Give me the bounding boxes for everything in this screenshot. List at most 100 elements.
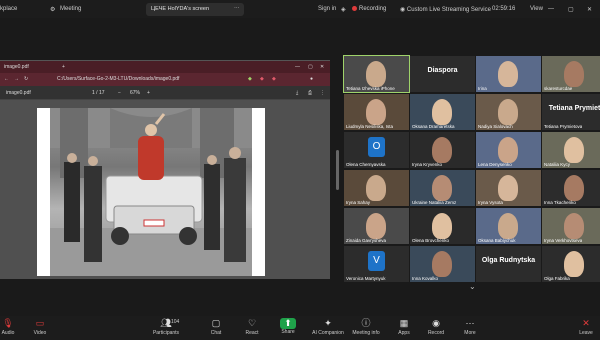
download-icon[interactable]: ⤓ [296,90,298,96]
shield-icon[interactable]: ◈ [341,6,346,13]
participant-video [432,175,452,201]
streaming-indicator[interactable]: ◉ Custom Live Streaming Service [400,6,491,13]
control-label: Video [33,330,47,336]
participant-tile[interactable]: Nataliia Kycy [542,132,600,168]
participant-tile[interactable]: Oksana Dramaretska [410,94,475,130]
address-field[interactable]: C:/Users/Surface-Go-2-M3-LTU/Downloads/i… [57,76,179,82]
extension-icon[interactable]: ◆ [260,76,264,82]
participant-tile[interactable]: Lena Denysenko [476,132,541,168]
reload-icon[interactable]: ↻ [24,76,28,82]
participant-tile[interactable]: Liudmyla Nesiliska, Ista [344,94,409,130]
zoom-level[interactable]: 67% [130,90,140,96]
window-close-icon[interactable]: ✕ [587,6,592,13]
participant-video [432,251,452,277]
video-button[interactable]: ▭ Video [20,316,60,340]
meeting-label: Meeting [60,6,82,12]
control-label: Chat [210,330,222,336]
participant-tile[interactable]: Ukraine Nataliia Zemz [410,170,475,206]
extension-icon[interactable]: ◆ [272,76,276,82]
pdf-page [37,108,265,276]
meeting-controls: 🎙︎ Audio ▭ Video 👥︎ 104 Participants ▢ Chat ♡ Reac… [0,316,600,340]
participant-tile[interactable]: Zinaida Gavrysheva [344,208,409,244]
sign-in-link[interactable]: Sign in [318,6,336,12]
participant-display-name: Diaspora [427,67,458,74]
participant-tile[interactable]: Olena Brovchenko [410,208,475,244]
participant-tile[interactable]: Iryna Vysota [476,170,541,206]
participant-tile[interactable]: Tetiana Prymiet Tetiana Prymietova [542,94,600,130]
participant-name: Nataliia Kycy [544,162,571,167]
participant-tile[interactable]: Oksana Babiychuk [476,208,541,244]
control-label: Participants [152,330,180,336]
participant-tile[interactable]: Inna Kovalko [410,246,475,282]
participant-name: Veronica Martynyuk [346,276,386,281]
zoom-out-icon[interactable]: − [118,90,121,96]
participant-tile[interactable]: Iryna Kryvenko [410,132,475,168]
recording-indicator[interactable]: Recording [352,6,386,12]
more-button[interactable]: ⋯ More [450,316,490,340]
browser-tab[interactable]: image0.pdf [4,64,29,70]
pdf-toolbar: image0.pdf 1 / 17 − 67% + ⤓ ⎙ ⋮ [0,86,330,100]
meeting-info-button[interactable]: ⓘ Meeting info [346,316,386,340]
more-icon: ⋯ [465,318,475,328]
react-icon: ♡ [247,318,257,328]
profile-avatar[interactable]: ● [310,76,313,82]
participant-tile[interactable]: Nadiya Sialovach [476,94,541,130]
participant-tile[interactable]: Diaspora [410,56,475,92]
print-icon[interactable]: ⎙ [308,90,312,96]
share-button[interactable]: ⬆ Share [268,316,308,340]
browser-address-bar: ← → ↻ C:/Users/Surface-Go-2-M3-LTU/Downl… [0,73,330,86]
participant-tile[interactable]: Olga Rudnytska [476,246,541,282]
chat-button[interactable]: ▢ Chat [196,316,236,340]
participant-name: Iryna Verkhovtseva [544,238,583,243]
zoom-in-icon[interactable]: + [147,90,150,96]
participant-video [432,99,452,125]
participant-video [498,213,518,239]
chevron-down-icon[interactable]: ⌄ [469,282,476,291]
participant-initial-avatar: V [368,251,385,271]
control-label: More [464,330,476,336]
window-maximize-icon[interactable]: ▢ [308,64,313,70]
participant-name: Tetiana Prymietova [544,124,583,129]
leave-icon: ✕ [582,318,590,328]
window-minimize-icon[interactable]: — [548,6,554,12]
ai-companion-button[interactable]: ✦ AI Companion [308,316,348,340]
gear-icon[interactable]: ⚙ [50,6,55,13]
screen-share-owner-pill[interactable]: ЦЕЧЕ HolYDA's screen ⋯ [146,3,244,16]
participant-tile[interactable]: Iryna Verkhovtseva [542,208,600,244]
participant-video [432,213,452,239]
participant-tile[interactable]: skaresturcdae [542,56,600,92]
participant-tile[interactable]: V Veronica Martynyuk [344,246,409,282]
pdf-viewer[interactable] [0,100,330,279]
extension-icon[interactable]: ◆ [248,76,252,82]
participant-video [564,251,584,277]
participant-name: Iryna Vysota [478,200,503,205]
more-options-icon[interactable]: ⋯ [234,6,240,12]
pdf-filename: image0.pdf [6,90,31,96]
share-icon: ⬆ [280,318,296,329]
participants-button[interactable]: 👥︎ 104 Participants [146,316,186,340]
more-options-icon[interactable]: ⋮ [320,90,325,96]
window-close-icon[interactable]: ✕ [320,64,324,70]
back-icon[interactable]: ← [4,76,9,82]
view-button[interactable]: View [530,6,543,12]
document-photo [50,108,252,276]
leave-button[interactable]: ✕ Leave [566,316,600,340]
participant-tile[interactable]: Iryna Sahay [344,170,409,206]
participant-tile[interactable]: Inna Tkachenko [542,170,600,206]
participant-name: Inna Kovalko [412,276,439,281]
scrollbar[interactable] [336,150,339,190]
forward-icon[interactable]: → [14,76,19,82]
ai-companion-icon: ✦ [324,318,332,328]
new-tab-icon[interactable]: + [62,64,65,70]
page-indicator[interactable]: 1 / 17 [92,90,105,96]
window-minimize-icon[interactable]: — [295,64,300,70]
react-button[interactable]: ♡ React [232,316,272,340]
participant-video [564,61,584,87]
participant-tile[interactable]: O Olena Chernyavska [344,132,409,168]
participant-tile[interactable]: Olga Fabrika [542,246,600,282]
participant-name: Ukraine Nataliia Zemz [412,200,457,205]
participant-tile[interactable]: Irina [476,56,541,92]
participant-tile[interactable]: Tetiana Izhevska iPhone [343,55,410,93]
participant-video [564,175,584,201]
window-maximize-icon[interactable]: ▢ [568,6,574,13]
